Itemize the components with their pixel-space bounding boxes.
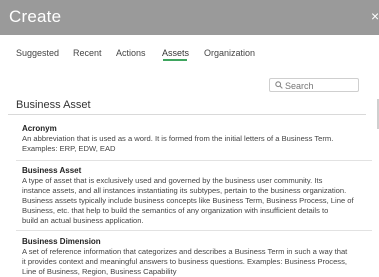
item-name: Acronym: [22, 124, 57, 133]
search-box[interactable]: [269, 78, 359, 92]
item-divider: [16, 230, 372, 231]
item-description-line: build an actual business application.: [22, 216, 144, 225]
dialog-header: Create ×: [0, 0, 379, 35]
item-description-line: A type of asset that is exclusively used…: [22, 176, 323, 185]
item-name: Business Asset: [22, 166, 82, 175]
item-name: Business Dimension: [22, 237, 101, 246]
tab-recent[interactable]: Recent: [73, 48, 102, 58]
dialog-title: Create: [9, 7, 62, 26]
item-description-line: A set of reference information that cate…: [22, 247, 348, 256]
list-item-business-dimension[interactable]: Business Dimension A set of reference in…: [22, 237, 372, 277]
item-description-line: Examples: ERP, EDW, EAD: [22, 144, 116, 153]
list-item-business-asset[interactable]: Business Asset A type of asset that is e…: [22, 166, 372, 226]
list-item-acronym[interactable]: Acronym An abbreviation that is used as …: [22, 124, 372, 154]
tab-suggested[interactable]: Suggested: [16, 48, 59, 58]
tab-assets[interactable]: Assets: [162, 48, 189, 58]
tab-organization[interactable]: Organization: [204, 48, 255, 58]
close-icon[interactable]: ×: [371, 9, 379, 23]
active-tab-indicator: [163, 59, 187, 61]
section-divider: [8, 114, 366, 115]
tab-actions[interactable]: Actions: [116, 48, 146, 58]
section-title: Business Asset: [16, 99, 91, 111]
search-icon: [275, 81, 283, 89]
item-description-line: instance assets, and all instances insta…: [22, 186, 347, 195]
item-description-line: Line of Business, Region, Business Capab…: [22, 267, 177, 276]
item-description-line: it provides context and meaningful answe…: [22, 257, 348, 266]
item-description-line: An abbreviation that is used as a word. …: [22, 134, 334, 143]
item-divider: [16, 160, 372, 161]
item-description-line: Business assets typically include busine…: [22, 196, 354, 205]
item-description-line: Business, etc. that help to build the se…: [22, 206, 329, 215]
tab-bar: Suggested Recent Actions Assets Organiza…: [0, 35, 379, 68]
search-input[interactable]: [285, 80, 355, 91]
